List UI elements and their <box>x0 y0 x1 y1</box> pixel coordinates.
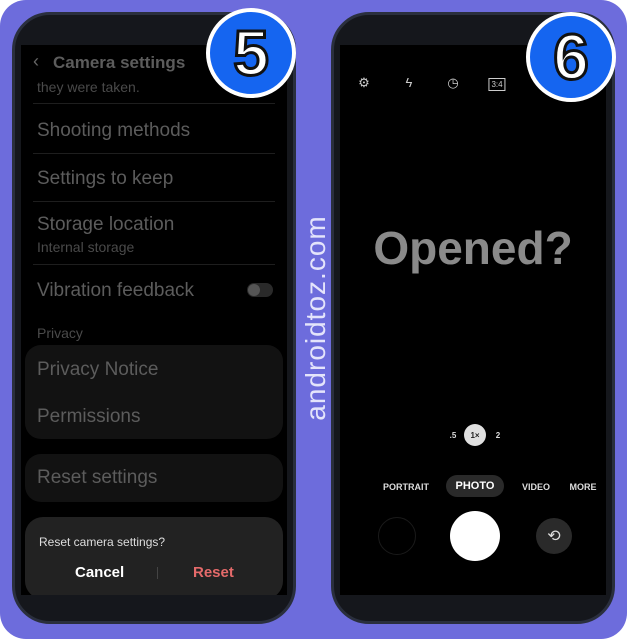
phone-right: ⚙ ϟ ◷ 3:4 Opened? .5 1× 2 PORTRAIT PHOTO… <box>331 12 615 624</box>
gear-icon[interactable]: ⚙ <box>358 75 370 91</box>
aspect-ratio-icon[interactable]: 3:4 <box>488 78 506 91</box>
reset-settings[interactable]: Reset settings <box>37 467 157 489</box>
dialog-divider <box>157 567 158 579</box>
zoom-1x[interactable]: 1× <box>464 424 486 446</box>
privacy-card: Privacy Notice Permissions <box>25 345 283 439</box>
cancel-button[interactable]: Cancel <box>75 564 124 581</box>
watermark: androidtoz.com <box>300 215 331 421</box>
flip-camera-icon[interactable]: ⟲ <box>536 518 572 554</box>
zoom-2[interactable]: 2 <box>496 431 500 440</box>
setting-vibration-feedback[interactable]: Vibration feedback <box>37 280 194 302</box>
camera-settings-screen: ‹ Camera settings they were taken. Shoot… <box>21 45 287 595</box>
gallery-thumbnail[interactable] <box>378 517 416 555</box>
privacy-notice[interactable]: Privacy Notice <box>37 359 158 381</box>
camera-screen: ⚙ ϟ ◷ 3:4 Opened? .5 1× 2 PORTRAIT PHOTO… <box>340 45 606 595</box>
setting-shooting-methods[interactable]: Shooting methods <box>37 120 190 142</box>
dialog-message: Reset camera settings? <box>39 535 166 549</box>
reset-card: Reset settings <box>25 454 283 502</box>
page-title: Camera settings <box>53 53 186 72</box>
reset-dialog: Reset camera settings? Cancel Reset <box>25 517 283 595</box>
permissions[interactable]: Permissions <box>37 406 140 428</box>
storage-location-value: Internal storage <box>37 239 135 255</box>
step-badge-5: 5 <box>206 8 296 98</box>
divider <box>33 201 275 202</box>
divider <box>33 153 275 154</box>
mode-video[interactable]: VIDEO <box>522 482 550 492</box>
divider <box>33 103 275 104</box>
divider <box>33 264 275 265</box>
step-badge-6: 6 <box>526 12 616 102</box>
privacy-section-header: Privacy <box>37 325 83 341</box>
setting-settings-to-keep[interactable]: Settings to keep <box>37 168 173 190</box>
partial-description: they were taken. <box>37 79 140 95</box>
flash-off-icon[interactable]: ϟ <box>406 75 413 90</box>
mode-photo[interactable]: PHOTO <box>446 475 504 497</box>
vibration-toggle[interactable] <box>247 283 273 297</box>
setting-storage-location[interactable]: Storage location <box>37 214 174 236</box>
reset-button[interactable]: Reset <box>193 564 234 581</box>
shutter-button[interactable] <box>450 511 500 561</box>
overlay-text: Opened? <box>373 222 573 274</box>
phone-left: ‹ Camera settings they were taken. Shoot… <box>12 12 296 624</box>
timer-icon[interactable]: ◷ <box>447 75 458 91</box>
mode-more[interactable]: MORE <box>570 482 597 492</box>
back-icon[interactable]: ‹ <box>33 51 39 72</box>
zoom-0-5[interactable]: .5 <box>450 431 457 440</box>
mode-portrait[interactable]: PORTRAIT <box>383 482 429 492</box>
